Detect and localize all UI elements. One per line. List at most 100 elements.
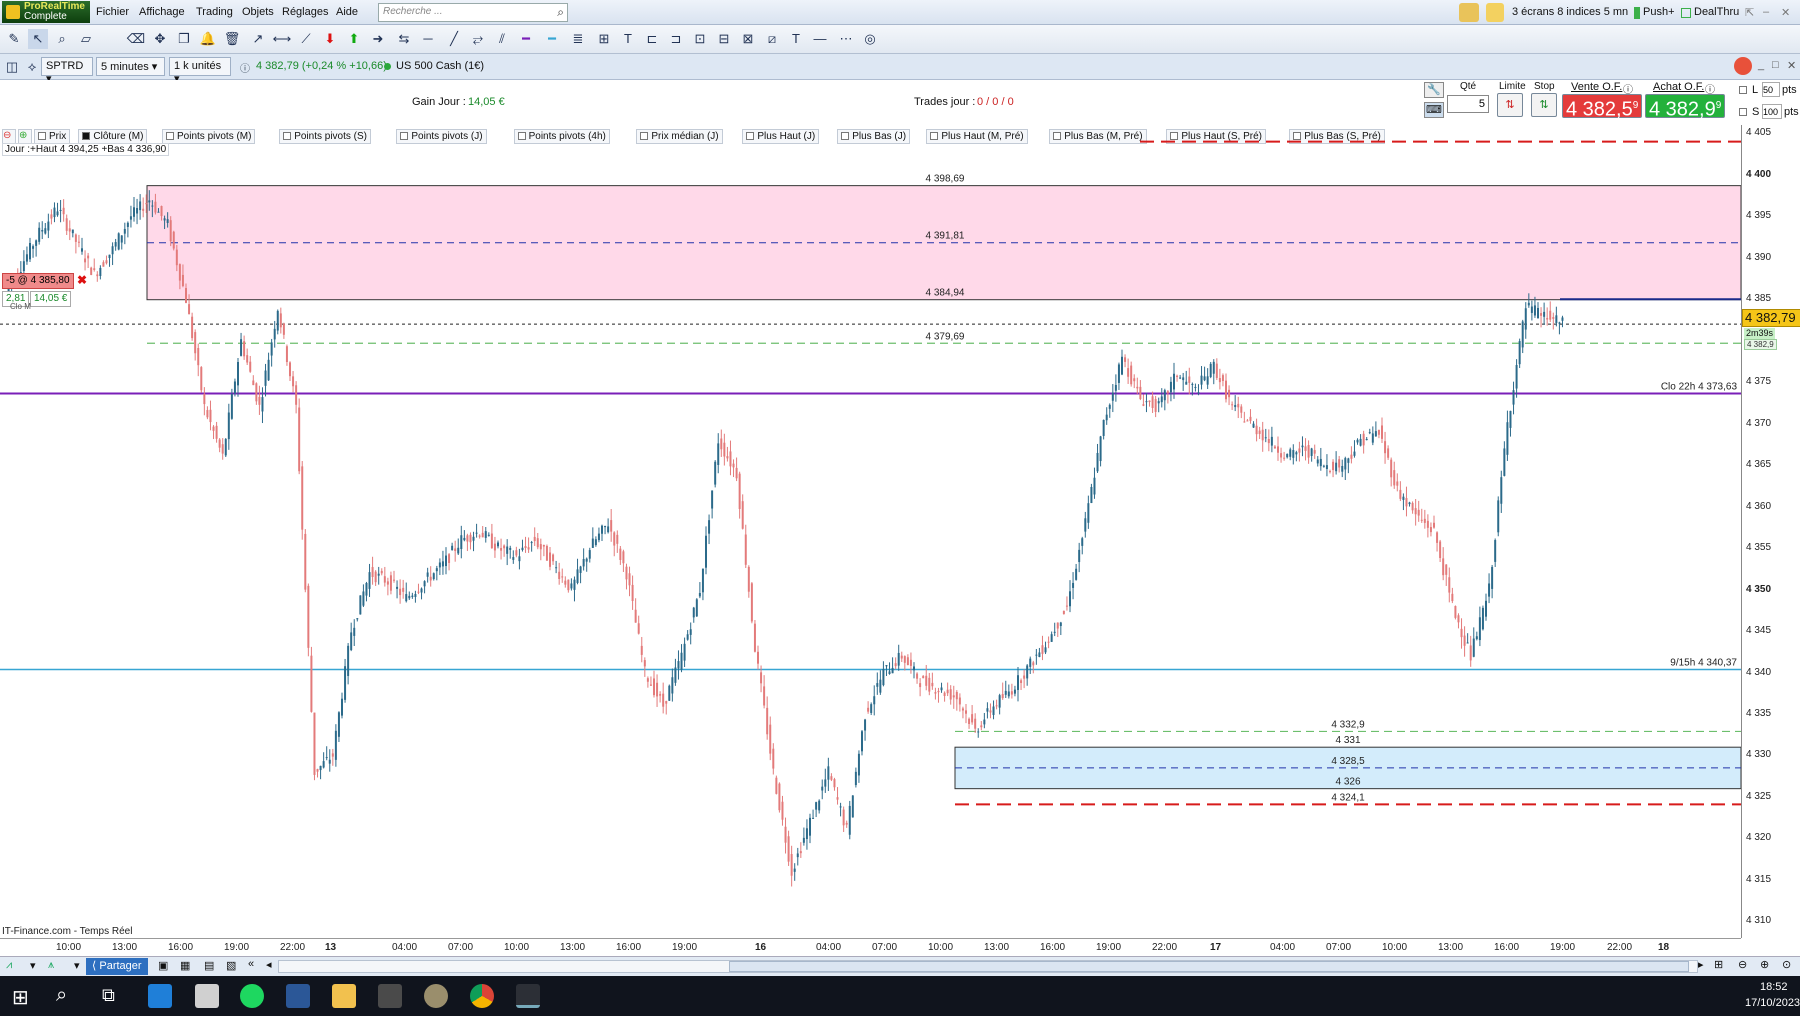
menu-reglages[interactable]: Réglages <box>282 6 328 18</box>
chart-mode-icon[interactable] <box>1459 3 1479 22</box>
parallel-icon[interactable]: ⫽ <box>492 29 512 49</box>
menu-aide[interactable]: Aide <box>336 6 358 18</box>
limit-points-input[interactable] <box>1762 82 1780 97</box>
link-icon[interactable]: ⟡ <box>22 57 42 77</box>
search-icon[interactable]: ⌕ <box>557 5 564 20</box>
info-icon[interactable]: ⓘ <box>240 60 250 75</box>
message-icon[interactable] <box>1486 3 1504 22</box>
panel-maximize-icon[interactable]: □ <box>1772 59 1779 71</box>
calculator-icon[interactable]: ▦ <box>180 959 190 972</box>
symbol-selector[interactable]: SPTRD ▾ <box>41 57 93 85</box>
trash-icon[interactable]: 🗑 <box>222 29 242 49</box>
indicator-dropdown-icon[interactable]: ▾ <box>74 959 80 972</box>
stop-order-button[interactable]: ⇅ <box>1531 93 1557 117</box>
minimize-icon[interactable]: – <box>1763 6 1769 18</box>
share-button[interactable]: ⟨ Partager <box>86 958 148 975</box>
close-position-icon[interactable]: ✖ <box>77 273 87 287</box>
up-arrow-icon[interactable]: ⬆ <box>344 29 364 49</box>
alert-bell-icon[interactable]: 🔔 <box>198 29 218 49</box>
cycle-icon[interactable]: ◎ <box>860 29 880 49</box>
zoom-reset-icon[interactable]: ⊙ <box>1782 958 1791 971</box>
explorer-drive-icon[interactable] <box>195 984 219 1008</box>
gann-icon[interactable]: ⊟ <box>714 29 734 49</box>
channel-icon[interactable]: ⥂ <box>468 29 488 49</box>
wrench-icon[interactable]: 🔧 <box>1424 82 1444 98</box>
layout-selector[interactable]: 3 écrans 8 indices 5 mn <box>1512 6 1628 18</box>
store-app-icon[interactable] <box>148 984 172 1008</box>
box-icon[interactable]: ⊡ <box>690 29 710 49</box>
zone-icon[interactable]: ⊐ <box>666 29 686 49</box>
sell-button[interactable]: 4 382,59 <box>1562 94 1642 121</box>
ruler-icon[interactable]: ▱ <box>76 29 96 49</box>
taskbar-search-icon[interactable]: ⌕ <box>56 984 67 1007</box>
chart-copy-icon[interactable]: ▧ <box>226 959 236 972</box>
chrome-icon[interactable] <box>470 984 494 1008</box>
chart-type-icon[interactable]: ⩘ <box>6 959 12 972</box>
segment-icon[interactable]: ⟷ <box>272 29 292 49</box>
chart-scrollbar[interactable] <box>278 960 1698 973</box>
time-axis[interactable]: 10:00 13:00 16:00 19:00 22:00 13 04:00 07:00 10:… <box>0 938 1741 956</box>
file-explorer-icon[interactable] <box>332 984 356 1008</box>
word-icon[interactable] <box>286 984 310 1008</box>
spotify-icon[interactable] <box>240 984 264 1008</box>
zoom-icon[interactable]: ⌕ <box>52 29 72 49</box>
move-icon[interactable]: ✥ <box>150 29 170 49</box>
price-axis[interactable]: 4 4054 4004 3954 3904 3854 3804 3754 370… <box>1741 125 1800 938</box>
scroll-right-icon[interactable]: ▸ <box>1698 958 1704 971</box>
label-icon[interactable]: T <box>786 29 806 49</box>
restore-icon[interactable]: ⇱ <box>1745 6 1754 19</box>
arrow-line-icon[interactable]: ↗ <box>248 29 268 49</box>
screenshot-icon[interactable]: ▣ <box>158 959 168 972</box>
pin-icon[interactable]: ◫ <box>2 57 22 77</box>
chart-type-dropdown-icon[interactable]: ▾ <box>30 959 36 972</box>
cyan-line-icon[interactable]: ━ <box>542 29 562 49</box>
rectangle-icon[interactable]: ⊏ <box>642 29 662 49</box>
price-chart[interactable]: 4 398,69 4 391,81 4 384,94 4 379,69 Clo 22h … <box>0 125 1741 938</box>
task-view-icon[interactable]: ⧉ <box>102 985 115 1006</box>
horizontal-level-icon[interactable]: ⇆ <box>394 29 414 49</box>
pencil-icon[interactable]: ✎ <box>4 29 24 49</box>
refresh-icon[interactable] <box>1734 57 1752 75</box>
zoom-fit-icon[interactable]: ⊞ <box>1714 958 1723 971</box>
horizontal-line-icon[interactable]: ─ <box>418 29 438 49</box>
eraser-icon[interactable]: ⌫ <box>126 29 146 49</box>
timeframe-selector[interactable]: 5 minutes ▾ <box>96 57 165 76</box>
scrollbar-thumb[interactable] <box>729 961 1689 972</box>
purple-line-icon[interactable]: ━ <box>516 29 536 49</box>
indicator-icon[interactable]: ⩚ <box>48 959 54 972</box>
text-icon[interactable]: T <box>618 29 638 49</box>
position-tag[interactable]: -5 @ 4 385,80 <box>2 273 74 289</box>
calculator-app-icon[interactable] <box>378 984 402 1008</box>
app-settings-icon[interactable] <box>424 984 448 1008</box>
panel-minimize-icon[interactable]: _ <box>1758 59 1764 71</box>
panel-close-icon[interactable]: ✕ <box>1787 59 1796 72</box>
diagonal-line-icon[interactable]: ╱ <box>444 29 464 49</box>
quantity-input[interactable] <box>1447 95 1489 113</box>
measure-icon[interactable]: ⧄ <box>762 29 782 49</box>
right-arrow-icon[interactable]: ➜ <box>368 29 388 49</box>
menu-trading[interactable]: Trading <box>196 6 233 18</box>
close-icon[interactable]: ✕ <box>1781 6 1790 19</box>
dealthru-button[interactable]: DealThru <box>1694 6 1739 18</box>
zoom-in-icon[interactable]: ⊕ <box>1760 958 1769 971</box>
zoom-out-icon[interactable]: ⊖ <box>1738 958 1747 971</box>
limit-checkbox[interactable] <box>1739 86 1747 94</box>
down-arrow-icon[interactable]: ⬇ <box>320 29 340 49</box>
buy-button[interactable]: 4 382,99 <box>1645 94 1725 121</box>
fan-icon[interactable]: ⊠ <box>738 29 758 49</box>
limit-order-button[interactable]: ⇅ <box>1497 93 1523 117</box>
units-selector[interactable]: 1 k unités ▾ <box>169 57 231 85</box>
prorealtime-taskbar-icon[interactable] <box>516 984 540 1008</box>
dash-line-icon[interactable]: — <box>810 29 830 49</box>
windows-start-icon[interactable]: ⊞ <box>12 985 29 1010</box>
stop-points-input[interactable] <box>1762 104 1782 119</box>
pattern-icon[interactable]: ⊞ <box>594 29 614 49</box>
trendline-icon[interactable]: ⟋ <box>296 29 316 49</box>
keyboard-icon[interactable]: ⌨ <box>1424 102 1444 118</box>
copy-icon[interactable]: ❐ <box>174 29 194 49</box>
fibonacci-icon[interactable]: ≣ <box>568 29 588 49</box>
cursor-icon[interactable]: ↖ <box>28 29 48 49</box>
scroll-fast-left-icon[interactable]: « <box>248 958 254 970</box>
scroll-left-icon[interactable]: ◂ <box>266 958 272 971</box>
menu-affichage[interactable]: Affichage <box>139 6 185 18</box>
